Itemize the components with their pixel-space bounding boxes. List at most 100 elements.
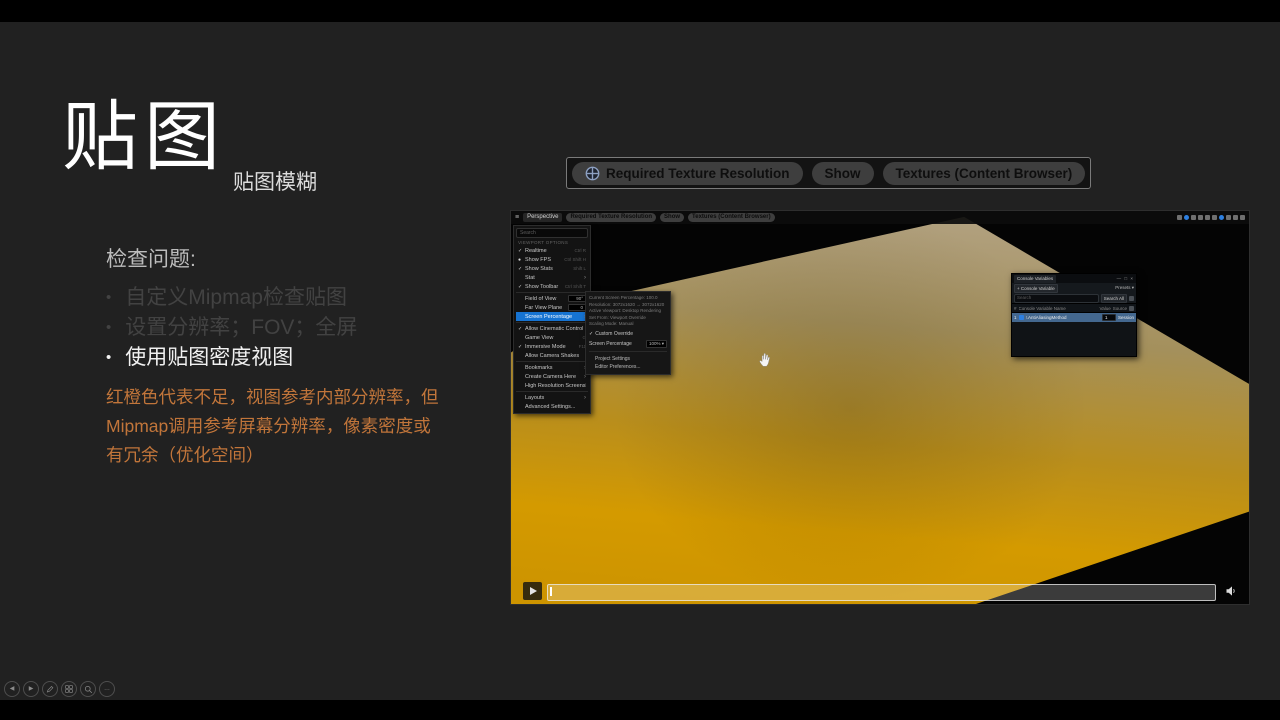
video-progress-bar[interactable] xyxy=(547,584,1216,601)
slide-title: 贴图 xyxy=(62,100,226,176)
letterbox-bottom xyxy=(0,700,1280,720)
check-icon: ✓ xyxy=(518,266,523,272)
textured-plane xyxy=(511,211,1249,604)
viewport-toolbar: ≡ Perspective Required Texture Resolutio… xyxy=(511,211,1249,224)
checklist-heading: 检查问题: xyxy=(106,243,516,273)
menu-item-allow-camera-shakes: Allow Camera Shakes xyxy=(516,351,588,360)
previous-icon: ◀ xyxy=(10,686,15,692)
window-titlebar: Console Variables — □ × xyxy=(1012,274,1136,283)
checklist-item-label: 设置分辨率；FOV；全屏 xyxy=(125,313,357,343)
crosshair-circle-icon xyxy=(585,166,600,181)
menu-search-input: Search xyxy=(516,228,588,238)
table-header: # Console Variable Name Value Source xyxy=(1012,303,1136,313)
zoom-button[interactable] xyxy=(80,681,96,697)
pill-label: Required Texture Resolution xyxy=(606,166,790,181)
slideshow-stage: 贴图 贴图模糊 检查问题: • 自定义Mipmap检查贴图 • 设置分辨率；FO… xyxy=(0,0,1280,720)
menu-item-create-camera-here: Create Camera Here› xyxy=(516,372,588,381)
console-variables-tab: Console Variables xyxy=(1014,275,1056,283)
menu-section-header: VIEWPORT OPTIONS xyxy=(518,240,588,245)
presenter-toolbar: ◀ ▶ … xyxy=(4,681,115,697)
table-empty-area xyxy=(1012,322,1136,356)
viewport-options-menu: Search VIEWPORT OPTIONS ✓RealtimeCtrl R … xyxy=(513,225,591,414)
menu-item-high-resolution-screenshot: High Resolution Screenshot... xyxy=(516,381,588,390)
pill-required-texture-resolution: Required Texture Resolution xyxy=(572,162,803,185)
bullet-icon: • xyxy=(106,343,111,373)
gear-icon xyxy=(1129,296,1134,301)
search-input: Search xyxy=(1014,294,1099,303)
search-all-button: Search All xyxy=(1101,294,1127,303)
magnifier-icon xyxy=(84,685,93,694)
callout-pillbar: Required Texture Resolution Show Texture… xyxy=(566,157,1091,189)
note-line: 红橙色代表不足，视图参考内部分辨率，但 xyxy=(106,383,516,412)
editor-preferences-item: Editor Preferences... xyxy=(589,363,667,371)
content-browser-button: Textures (Content Browser) xyxy=(688,213,775,222)
checkbox-icon xyxy=(1019,315,1024,320)
checklist-item-label: 自定义Mipmap检查贴图 xyxy=(125,283,347,313)
menu-item-allow-cinematic-control: ✓Allow Cinematic Control xyxy=(516,324,588,333)
checklist-item-active: • 使用贴图密度视图 xyxy=(106,343,516,373)
project-settings-item: Project Settings xyxy=(589,355,667,363)
console-variables-toolbar: + Console Variable Presets ▾ xyxy=(1012,283,1136,293)
custom-override-checkbox: ✓ Custom Override xyxy=(589,331,667,337)
menu-item-game-view: Game ViewG xyxy=(516,333,588,342)
delete-icon xyxy=(1129,306,1134,311)
submenu-arrow-icon: › xyxy=(584,395,586,401)
pen-button[interactable] xyxy=(42,681,58,697)
video-embed[interactable]: ≡ Perspective Required Texture Resolutio… xyxy=(510,210,1250,605)
ellipsis-icon: … xyxy=(104,686,110,692)
info-line: Scaling Mode: Manual xyxy=(589,321,667,328)
menu-item-show-fps: ●Show FPSCtrl Shift H xyxy=(516,255,588,264)
checklist: 检查问题: • 自定义Mipmap检查贴图 • 设置分辨率；FOV；全屏 • 使… xyxy=(106,243,516,470)
more-options-button[interactable]: … xyxy=(99,681,115,697)
checklist-item-label: 使用贴图密度视图 xyxy=(125,343,293,373)
pill-textures-content-browser: Textures (Content Browser) xyxy=(883,162,1086,185)
next-slide-button[interactable]: ▶ xyxy=(23,681,39,697)
pill-label: Show xyxy=(825,166,861,181)
menu-item-stat: Stat› xyxy=(516,273,588,282)
checklist-item: • 设置分辨率；FOV；全屏 xyxy=(106,313,516,343)
info-line: Current Screen Percentage: 100.0 xyxy=(589,295,667,302)
progress-playhead[interactable] xyxy=(550,587,552,596)
check-icon: ✓ xyxy=(589,331,593,337)
presets-button: Presets ▾ xyxy=(1115,285,1134,291)
perspective-button: Perspective xyxy=(523,213,562,222)
table-row-selected: 1 r.AntiAliasingMethod 1 Session xyxy=(1012,313,1136,322)
note-text: 红橙色代表不足，视图参考内部分辨率，但 Mipmap调用参考屏幕分辨率，像素密度… xyxy=(106,383,516,470)
far-view-plane-value: 0 xyxy=(568,304,586,311)
pill-label: Textures (Content Browser) xyxy=(896,166,1073,181)
menu-item-field-of-view: Field of View90° xyxy=(516,294,588,303)
pen-icon xyxy=(46,685,54,693)
submenu-arrow-icon: › xyxy=(584,275,586,281)
slides-grid-icon xyxy=(65,685,73,693)
radio-icon: ● xyxy=(518,257,523,263)
menu-item-show-toolbar: ✓Show ToolbarCtrl Shift T xyxy=(516,282,588,291)
check-icon: ✓ xyxy=(518,326,523,332)
volume-icon[interactable] xyxy=(1225,585,1237,597)
note-line: 有冗余（优化空间） xyxy=(106,441,516,470)
check-icon: ✓ xyxy=(518,284,523,290)
console-variables-search-row: Search Search All xyxy=(1012,293,1136,303)
bullet-icon: • xyxy=(106,283,111,313)
fov-value: 90° xyxy=(568,295,586,302)
next-icon: ▶ xyxy=(29,686,34,692)
hand-cursor-icon xyxy=(757,351,774,368)
checklist-item: • 自定义Mipmap检查贴图 xyxy=(106,283,516,313)
play-button[interactable] xyxy=(523,582,542,600)
check-icon: ✓ xyxy=(518,344,523,350)
menu-item-far-view-plane: Far View Plane0 xyxy=(516,303,588,312)
hamburger-icon: ≡ xyxy=(515,211,519,224)
slide-subtitle: 贴图模糊 xyxy=(233,166,317,196)
check-icon: ✓ xyxy=(518,248,523,254)
menu-item-advanced-settings: Advanced Settings... xyxy=(516,402,588,411)
menu-item-show-stats: ✓Show StatsShift L xyxy=(516,264,588,273)
note-line: Mipmap调用参考屏幕分辨率，像素密度或 xyxy=(106,412,516,441)
viewmode-button: Required Texture Resolution xyxy=(566,213,656,222)
see-all-slides-button[interactable] xyxy=(61,681,77,697)
viewport-settings-icons xyxy=(1177,215,1245,220)
previous-slide-button[interactable]: ◀ xyxy=(4,681,20,697)
window-buttons: — □ × xyxy=(1117,276,1134,281)
add-console-variable-button: + Console Variable xyxy=(1014,284,1058,293)
screen-percentage-value: 100% ▾ xyxy=(646,340,667,348)
menu-item-realtime: ✓RealtimeCtrl R xyxy=(516,246,588,255)
menu-item-immersive-mode: ✓Immersive ModeF11 xyxy=(516,342,588,351)
